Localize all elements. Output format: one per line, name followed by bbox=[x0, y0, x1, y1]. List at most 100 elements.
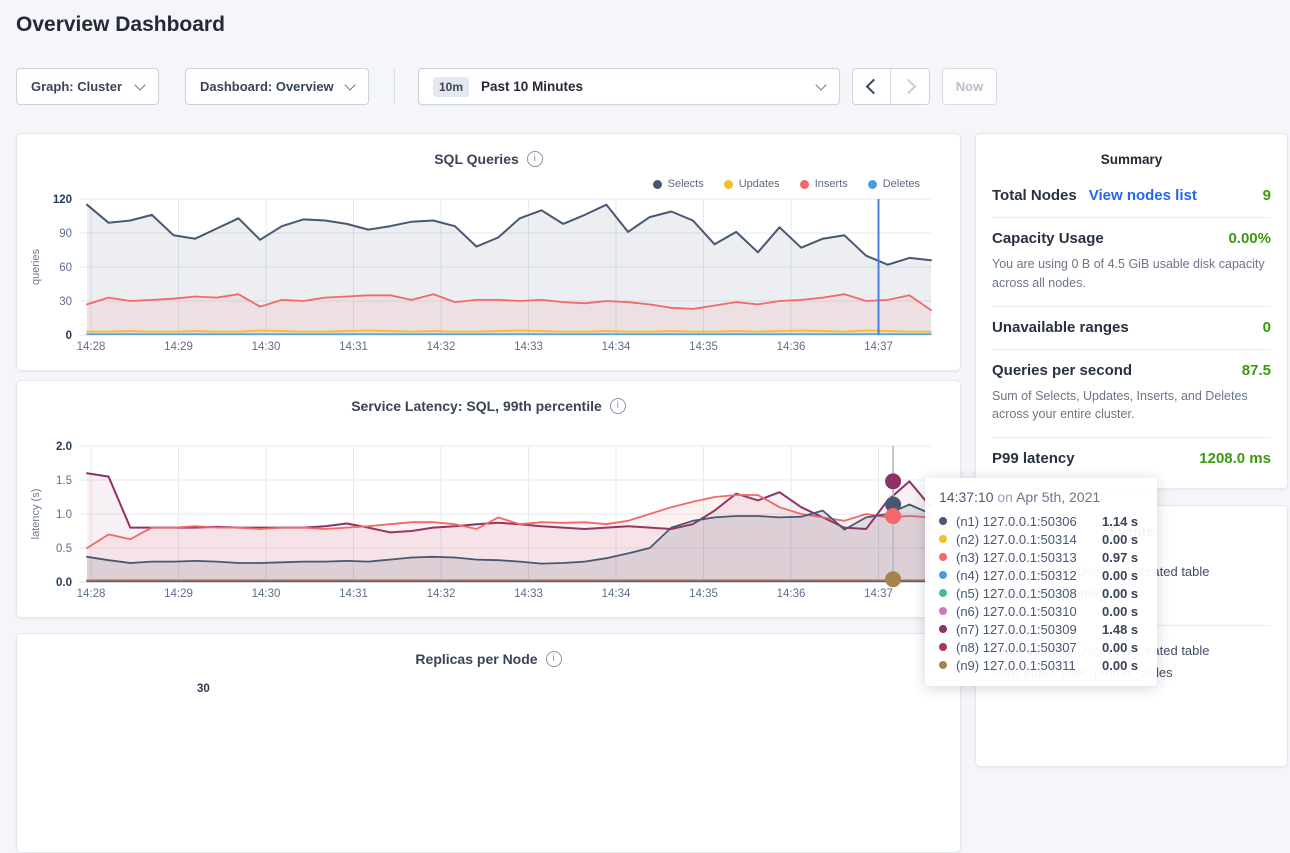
summary-row-label: P99 latency bbox=[992, 450, 1075, 467]
summary-heading: Summary bbox=[992, 134, 1271, 175]
legend-dot-icon bbox=[868, 180, 877, 189]
y-axis-label: queries bbox=[30, 248, 42, 285]
chart-hover-tooltip: 14:37:10 on Apr 5th, 2021 (n1) 127.0.0.1… bbox=[925, 478, 1157, 686]
tooltip-series-dot-icon bbox=[939, 571, 947, 579]
tooltip-node-label: (n6) 127.0.0.1:50310 bbox=[956, 604, 1102, 619]
hover-dot bbox=[885, 508, 901, 524]
hover-dot bbox=[885, 473, 901, 489]
summary-row-line: Unavailable ranges0 bbox=[992, 319, 1271, 336]
now-button[interactable]: Now bbox=[942, 68, 997, 105]
time-range-dropdown[interactable]: 10m Past 10 Minutes bbox=[418, 68, 840, 105]
tooltip-row: (n9) 127.0.0.1:503110.00 s bbox=[939, 656, 1143, 674]
x-axis-tick: 14:37 bbox=[864, 588, 893, 600]
sql-queries-legend: Selects Updates Inserts Deletes bbox=[653, 178, 920, 190]
tooltip-series-dot-icon bbox=[939, 553, 947, 561]
x-axis-tick: 14:35 bbox=[689, 341, 718, 353]
summary-row-value: 0.00% bbox=[1228, 230, 1271, 247]
tooltip-node-value: 0.00 s bbox=[1102, 532, 1138, 547]
dashboard-selector-label: Dashboard: Overview bbox=[200, 79, 334, 94]
tooltip-node-value: 1.48 s bbox=[1102, 622, 1138, 637]
y-axis-tick: 30 bbox=[59, 296, 72, 308]
info-icon[interactable]: i bbox=[610, 398, 626, 414]
sql-queries-title: SQL Queries bbox=[434, 151, 519, 167]
tooltip-row: (n8) 127.0.0.1:503070.00 s bbox=[939, 638, 1143, 656]
summary-row-value: 1208.0 ms bbox=[1199, 450, 1271, 467]
tooltip-node-value: 0.00 s bbox=[1102, 640, 1138, 655]
tooltip-series-dot-icon bbox=[939, 643, 947, 651]
time-step-buttons bbox=[852, 68, 930, 105]
tooltip-series-dot-icon bbox=[939, 661, 947, 669]
x-axis-tick: 14:31 bbox=[339, 341, 368, 353]
summary-row-line: Total Nodes View nodes list 9 bbox=[992, 187, 1271, 204]
chevron-down-icon bbox=[344, 79, 355, 90]
summary-row-label: Capacity Usage bbox=[992, 230, 1104, 247]
x-axis-tick: 14:30 bbox=[252, 341, 281, 353]
info-icon[interactable]: i bbox=[546, 651, 562, 667]
y-axis-tick: 0 bbox=[66, 330, 72, 342]
tooltip-node-value: 0.00 s bbox=[1102, 586, 1138, 601]
tooltip-row: (n7) 127.0.0.1:503091.48 s bbox=[939, 620, 1143, 638]
legend-dot-icon bbox=[800, 180, 809, 189]
summary-row-value: 9 bbox=[1263, 187, 1271, 204]
x-axis-tick: 14:33 bbox=[514, 341, 543, 353]
tooltip-node-value: 0.00 s bbox=[1102, 658, 1138, 673]
tooltip-rows: (n1) 127.0.0.1:503061.14 s(n2) 127.0.0.1… bbox=[939, 512, 1143, 674]
service-latency-chart[interactable]: 2.01.51.00.50.014:2814:2914:3014:3114:32… bbox=[17, 381, 962, 619]
chevron-right-icon bbox=[901, 79, 917, 95]
graph-selector-dropdown[interactable]: Graph: Cluster bbox=[16, 68, 159, 105]
legend-label: Deletes bbox=[883, 178, 920, 190]
x-axis-tick: 14:30 bbox=[252, 588, 281, 600]
legend-dot-icon bbox=[724, 180, 733, 189]
summary-row-line: Capacity Usage 0.00% bbox=[992, 230, 1271, 247]
tooltip-row: (n3) 127.0.0.1:503130.97 s bbox=[939, 548, 1143, 566]
service-latency-title: Service Latency: SQL, 99th percentile bbox=[351, 398, 602, 414]
x-axis-tick: 14:37 bbox=[864, 341, 893, 353]
tooltip-row: (n4) 127.0.0.1:503120.00 s bbox=[939, 566, 1143, 584]
sql-queries-card: SQL Queries i Selects Updates Inserts Delet… bbox=[16, 133, 961, 371]
dashboard-selector-dropdown[interactable]: Dashboard: Overview bbox=[185, 68, 369, 105]
tooltip-series-dot-icon bbox=[939, 517, 947, 525]
summary-row-value: 87.5 bbox=[1242, 362, 1271, 379]
legend-item-inserts[interactable]: Inserts bbox=[800, 178, 848, 190]
x-axis-tick: 14:34 bbox=[602, 341, 631, 353]
replicas-per-node-title: Replicas per Node bbox=[415, 651, 537, 667]
tooltip-node-label: (n3) 127.0.0.1:50313 bbox=[956, 550, 1102, 565]
x-axis-tick: 14:31 bbox=[339, 588, 368, 600]
tooltip-time: 14:37:10 bbox=[939, 489, 994, 505]
tooltip-on: on bbox=[997, 489, 1013, 505]
hover-dot bbox=[885, 571, 901, 587]
legend-label: Selects bbox=[668, 178, 704, 190]
legend-item-updates[interactable]: Updates bbox=[724, 178, 780, 190]
info-icon[interactable]: i bbox=[527, 151, 543, 167]
tooltip-series-dot-icon bbox=[939, 589, 947, 597]
tooltip-node-value: 0.00 s bbox=[1102, 604, 1138, 619]
time-range-label: Past 10 Minutes bbox=[481, 79, 583, 94]
summary-row: Queries per second87.5Sum of Selects, Up… bbox=[992, 350, 1271, 439]
x-axis-tick: 14:32 bbox=[427, 341, 456, 353]
tooltip-node-label: (n7) 127.0.0.1:50309 bbox=[956, 622, 1102, 637]
graph-selector-label: Graph: Cluster bbox=[31, 79, 122, 94]
tooltip-row: (n1) 127.0.0.1:503061.14 s bbox=[939, 512, 1143, 530]
time-step-forward-button[interactable] bbox=[891, 69, 929, 104]
sql-queries-chart[interactable]: 120906030014:2814:2914:3014:3114:3214:33… bbox=[17, 134, 962, 372]
tooltip-series-dot-icon bbox=[939, 607, 947, 615]
legend-item-deletes[interactable]: Deletes bbox=[868, 178, 920, 190]
view-nodes-list-link[interactable]: View nodes list bbox=[1089, 187, 1197, 204]
legend-item-selects[interactable]: Selects bbox=[653, 178, 704, 190]
x-axis-tick: 14:28 bbox=[77, 588, 106, 600]
y-axis-label: latency (s) bbox=[30, 489, 42, 540]
tooltip-node-label: (n5) 127.0.0.1:50308 bbox=[956, 586, 1102, 601]
controls-divider bbox=[394, 69, 395, 104]
page-title: Overview Dashboard bbox=[16, 13, 225, 37]
tooltip-row: (n6) 127.0.0.1:503100.00 s bbox=[939, 602, 1143, 620]
tooltip-series-dot-icon bbox=[939, 535, 947, 543]
replicas-per-node-card: Replicas per Node i 30 bbox=[16, 633, 961, 853]
tooltip-series-dot-icon bbox=[939, 625, 947, 633]
x-axis-tick: 14:36 bbox=[777, 588, 806, 600]
x-axis-tick: 14:33 bbox=[514, 588, 543, 600]
partial-axis-label: 30 bbox=[197, 683, 210, 695]
summary-row: Unavailable ranges0 bbox=[992, 307, 1271, 350]
x-axis-tick: 14:36 bbox=[777, 341, 806, 353]
summary-row-label: Total Nodes bbox=[992, 187, 1077, 204]
time-step-back-button[interactable] bbox=[853, 69, 891, 104]
